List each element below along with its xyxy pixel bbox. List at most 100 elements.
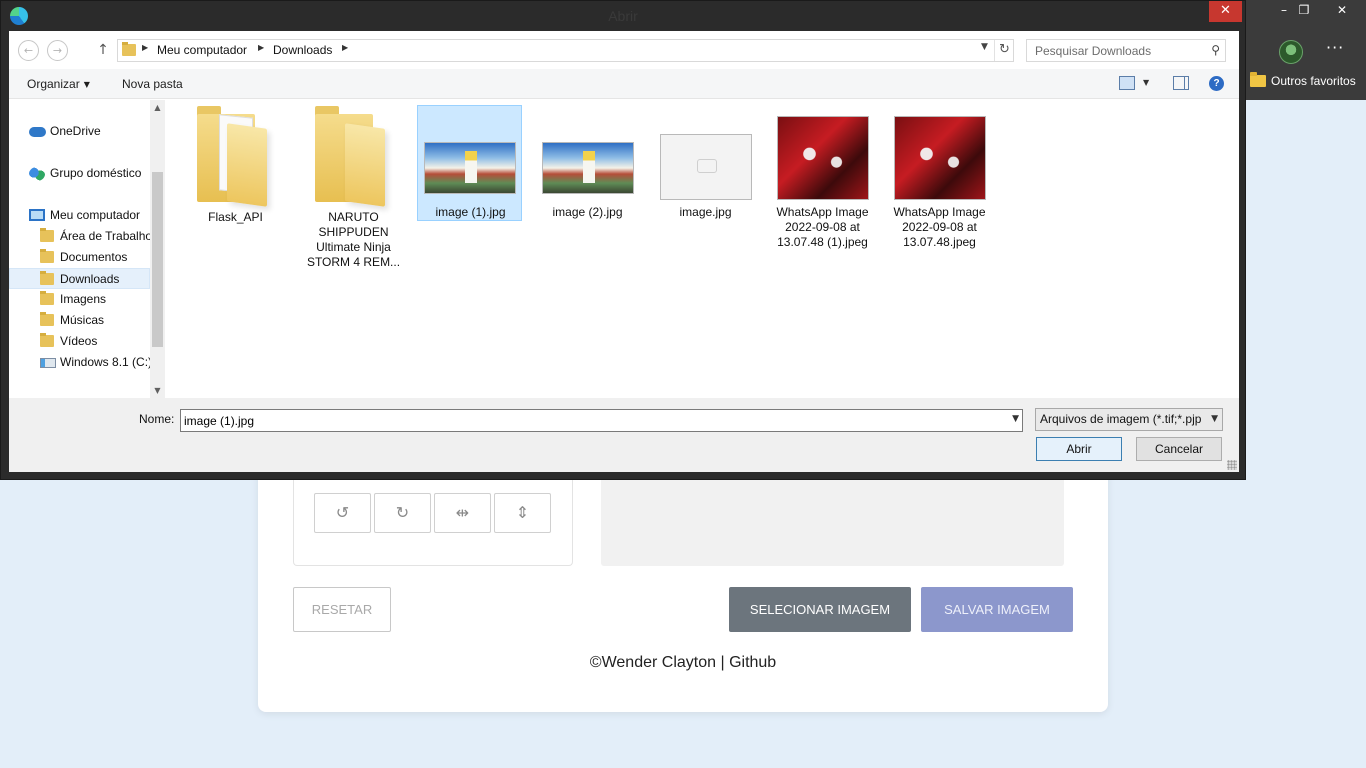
rotate-left-icon[interactable]: ↺ — [314, 493, 371, 533]
folder-icon — [314, 106, 393, 207]
folder-icon — [40, 312, 54, 326]
scroll-up-icon[interactable]: ▲ — [150, 100, 165, 115]
file-item[interactable]: WhatsApp Image 2022-09-08 at 13.07.48 (1… — [770, 106, 875, 276]
computer-icon — [29, 209, 45, 221]
organize-label: Organizar — [27, 77, 80, 91]
open-button[interactable]: Abrir — [1036, 437, 1122, 461]
refresh-icon[interactable]: ↻ — [994, 40, 1014, 61]
file-name: Flask_API — [208, 210, 263, 224]
favorites-folder-label: Outros favoritos — [1271, 74, 1356, 88]
file-name: WhatsApp Image 2022-09-08 at 13.07.48.jp… — [893, 205, 986, 249]
command-bar: Organizar ▼ Nova pasta ▼ ? — [9, 69, 1239, 99]
file-item[interactable]: NARUTO SHIPPUDEN Ultimate Ninja STORM 4 … — [301, 106, 406, 276]
file-name: image (1).jpg — [435, 205, 506, 219]
navigation-pane: OneDrive Grupo doméstico Meu computador … — [9, 100, 165, 398]
folder-icon — [196, 106, 275, 207]
nav-item-pictures[interactable]: Imagens — [9, 289, 150, 310]
nav-item-label: Downloads — [60, 272, 120, 286]
file-item[interactable]: Flask_API — [183, 106, 288, 276]
drive-icon — [40, 358, 56, 368]
more-options-icon[interactable]: ··· — [1326, 38, 1344, 57]
nav-item-desktop[interactable]: Área de Trabalho — [9, 226, 150, 247]
chevron-right-icon[interactable]: ▶ — [342, 43, 348, 52]
file-item[interactable]: image.jpg — [653, 106, 758, 276]
footer-credit: ©Wender Clayton | Github — [589, 654, 777, 671]
folder-icon — [40, 249, 54, 263]
help-icon[interactable]: ? — [1209, 76, 1224, 91]
nav-item-label: Área de Trabalho — [60, 229, 150, 243]
scroll-down-icon[interactable]: ▼ — [150, 383, 165, 398]
dialog-titlebar[interactable]: Abrir ✕ — [1, 1, 1245, 31]
nav-item-computer[interactable]: Meu computador — [9, 205, 150, 226]
navigation-scrollbar[interactable]: ▲ ▼ — [150, 100, 165, 398]
up-icon[interactable]: ↑ — [95, 40, 111, 61]
nav-item-documents[interactable]: Documentos — [9, 247, 150, 268]
new-folder-button[interactable]: Nova pasta — [122, 77, 183, 91]
nav-item-homegroup[interactable]: Grupo doméstico — [9, 163, 150, 184]
image-thumbnail — [893, 116, 986, 200]
nav-item-music[interactable]: Músicas — [9, 310, 150, 331]
file-item[interactable]: WhatsApp Image 2022-09-08 at 13.07.48.jp… — [887, 106, 992, 276]
close-icon[interactable]: ✕ — [1322, 0, 1362, 22]
folder-icon — [122, 42, 136, 56]
nav-item-drive-c[interactable]: Windows 8.1 (C:) — [9, 352, 150, 373]
search-box[interactable]: ⚲ — [1026, 39, 1226, 62]
back-icon[interactable]: ← — [18, 40, 39, 61]
folder-icon — [40, 228, 54, 242]
dialog-title: Abrir — [608, 8, 638, 24]
chevron-right-icon[interactable]: ▶ — [258, 43, 264, 52]
file-name: image (2).jpg — [552, 205, 623, 219]
file-name-input[interactable] — [181, 410, 1001, 431]
chevron-down-icon: ▼ — [1211, 414, 1218, 424]
nav-item-downloads[interactable]: Downloads — [9, 268, 150, 289]
dialog-footer: Nome: ▼ Arquivos de imagem (*.tif;*.pjp … — [9, 398, 1239, 472]
folder-icon — [40, 333, 54, 347]
search-input[interactable] — [1027, 40, 1197, 61]
nav-item-label: Windows 8.1 (C:) — [60, 355, 150, 369]
browser-toolbar: – ❐ ✕ ··· Outros favoritos — [1246, 0, 1366, 100]
search-icon[interactable]: ⚲ — [1211, 43, 1220, 57]
profile-avatar[interactable] — [1279, 40, 1303, 64]
chevron-right-icon[interactable]: ▶ — [142, 43, 148, 52]
navigation-row: ← → ↑ ▶ Meu computador ▶ Downloads ▶ ▼ ↻… — [9, 31, 1239, 69]
scrollbar-thumb[interactable] — [152, 172, 163, 347]
chevron-down-icon: ▼ — [83, 80, 90, 89]
nav-item-label: Documentos — [60, 250, 128, 264]
breadcrumb-computer[interactable]: Meu computador — [157, 43, 247, 57]
favorites-folder[interactable]: Outros favoritos — [1250, 72, 1356, 88]
file-name-combobox[interactable]: ▼ — [180, 409, 1023, 432]
organize-menu[interactable]: Organizar ▼ — [27, 77, 90, 91]
dialog-close-button[interactable]: ✕ — [1209, 1, 1242, 22]
file-name: WhatsApp Image 2022-09-08 at 13.07.48 (1… — [776, 205, 869, 249]
homegroup-icon — [29, 167, 45, 181]
forward-icon[interactable]: → — [47, 40, 68, 61]
flip-vertical-icon[interactable]: ⇕ — [494, 493, 551, 533]
preview-pane-icon[interactable] — [1173, 76, 1189, 90]
address-bar[interactable]: ▶ Meu computador ▶ Downloads ▶ ▼ ↻ — [117, 39, 1014, 62]
image-thumbnail — [541, 142, 634, 194]
chevron-down-icon[interactable]: ▼ — [1012, 414, 1019, 424]
file-type-select[interactable]: Arquivos de imagem (*.tif;*.pjp ▼ — [1035, 408, 1223, 431]
select-image-button[interactable]: SELECIONAR IMAGEM — [729, 587, 911, 632]
rotate-right-icon[interactable]: ↻ — [374, 493, 431, 533]
flip-horizontal-icon[interactable]: ⇹ — [434, 493, 491, 533]
chevron-down-icon[interactable]: ▼ — [1143, 78, 1149, 87]
file-item-selected[interactable]: image (1).jpg — [417, 105, 522, 221]
breadcrumb-downloads[interactable]: Downloads — [273, 43, 332, 57]
folder-icon — [40, 271, 54, 285]
nav-item-onedrive[interactable]: OneDrive — [9, 121, 150, 142]
cancel-button[interactable]: Cancelar — [1136, 437, 1222, 461]
restore-icon[interactable]: ❐ — [1284, 0, 1324, 22]
image-thumbnail — [659, 134, 752, 200]
chevron-down-icon[interactable]: ▼ — [981, 42, 988, 52]
resize-grip-icon[interactable] — [1227, 460, 1237, 470]
nav-item-videos[interactable]: Vídeos — [9, 331, 150, 352]
file-item[interactable]: image (2).jpg — [535, 106, 640, 276]
reset-button[interactable]: RESETAR — [293, 587, 391, 632]
nav-item-label: Grupo doméstico — [50, 166, 142, 180]
nav-item-label: Músicas — [60, 313, 105, 327]
nav-item-label: OneDrive — [50, 124, 101, 138]
save-image-button[interactable]: SALVAR IMAGEM — [921, 587, 1073, 632]
change-view-icon[interactable] — [1119, 76, 1135, 90]
file-name-label: Nome: — [139, 412, 175, 426]
